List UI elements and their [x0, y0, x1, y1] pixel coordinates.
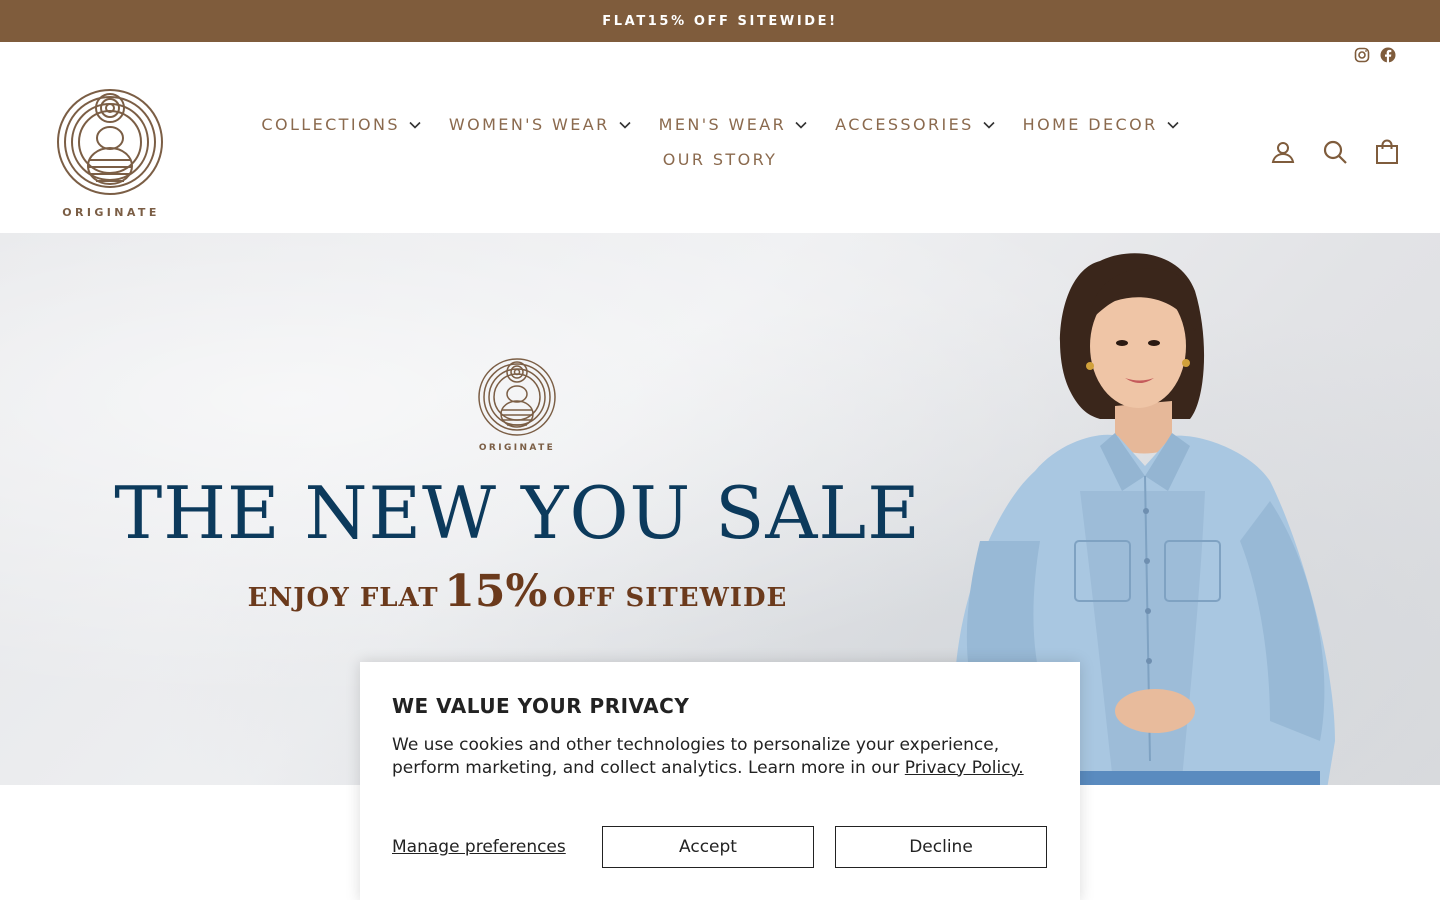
chevron-down-icon [983, 121, 995, 129]
nav-item-collections[interactable]: COLLECTIONS [261, 115, 421, 134]
announcement-text: FLAT15% OFF SITEWIDE! [602, 13, 838, 29]
nav-label: OUR STORY [662, 150, 778, 169]
announcement-bar: FLAT15% OFF SITEWIDE! [0, 0, 1440, 42]
nav-item-our-story[interactable]: OUR STORY [663, 150, 778, 169]
logo-mark-icon [478, 358, 556, 436]
nav-label: HOME DECOR [1022, 115, 1158, 134]
nav-item-womens-wear[interactable]: WOMEN'S WEAR [449, 115, 631, 134]
hero-logo: ORIGINATE [477, 357, 557, 457]
hero-subtitle: ENJOY FLAT 15% OFF SITEWIDE [60, 566, 975, 617]
cookie-consent-dialog: WE VALUE YOUR PRIVACY We use cookies and… [360, 662, 1080, 900]
nav-label: WOMEN'S WEAR [448, 115, 610, 134]
chevron-down-icon [409, 121, 421, 129]
hero-subtitle-value: 15% [444, 566, 548, 617]
hero-title: THE NEW YOU SALE [114, 471, 921, 555]
logo-wordmark: ORIGINATE [62, 206, 160, 219]
chevron-down-icon [619, 121, 631, 129]
hero-subtitle-suffix: OFF SITEWIDE [552, 583, 788, 613]
instagram-icon[interactable] [1354, 47, 1370, 63]
hero-logo-wordmark: ORIGINATE [478, 443, 556, 453]
account-icon[interactable] [1270, 139, 1296, 165]
nav-item-mens-wear[interactable]: MEN'S WEAR [659, 115, 808, 134]
nav-label: ACCESSORIES [835, 115, 974, 134]
chevron-down-icon [1167, 121, 1179, 129]
cookie-body: We use cookies and other technologies to… [392, 734, 1042, 779]
chevron-down-icon [795, 121, 807, 129]
bag-icon[interactable] [1374, 139, 1400, 165]
facebook-icon[interactable] [1380, 47, 1396, 63]
social-links [1354, 47, 1396, 63]
hero-subtitle-prefix: ENJOY FLAT [247, 583, 439, 613]
manage-preferences-link[interactable]: Manage preferences [392, 837, 602, 857]
site-logo[interactable]: ORIGINATE [56, 88, 166, 220]
accept-button[interactable]: Accept [602, 826, 814, 868]
main-nav: COLLECTIONS WOMEN'S WEAR MEN'S WEAR ACCE… [240, 115, 1200, 169]
header-actions [1270, 139, 1400, 165]
nav-item-home-decor[interactable]: HOME DECOR [1023, 115, 1179, 134]
nav-label: COLLECTIONS [261, 115, 400, 134]
search-icon[interactable] [1322, 139, 1348, 165]
privacy-policy-link[interactable]: Privacy Policy. [905, 758, 1024, 778]
cookie-actions: Manage preferences Accept Decline [392, 826, 1048, 868]
cookie-title: WE VALUE YOUR PRIVACY [392, 694, 690, 718]
nav-item-accessories[interactable]: ACCESSORIES [835, 115, 995, 134]
nav-label: MEN'S WEAR [658, 115, 787, 134]
decline-button[interactable]: Decline [835, 826, 1047, 868]
logo-mark-icon [57, 89, 163, 195]
